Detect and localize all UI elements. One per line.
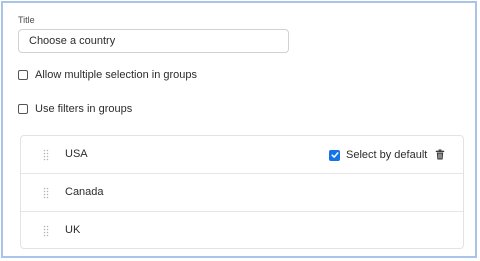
- list-item-canada: Canada: [21, 174, 463, 212]
- use-filters-label: Use filters in groups: [35, 103, 133, 115]
- settings-panel: Title Allow multiple selection in groups…: [1, 1, 477, 258]
- multiple-selection-checkbox[interactable]: [18, 70, 28, 80]
- list-item-usa: USA Select by default: [21, 136, 463, 174]
- list-item-uk: UK: [21, 212, 463, 250]
- drag-handle-icon[interactable]: [43, 225, 49, 237]
- checkmark-icon: [330, 152, 339, 158]
- use-filters-checkbox[interactable]: [18, 104, 28, 114]
- select-by-default-checkbox[interactable]: [329, 149, 340, 161]
- select-by-default-label: Select by default: [346, 149, 428, 161]
- trash-icon[interactable]: [435, 149, 445, 160]
- title-label: Title: [18, 15, 35, 25]
- multiple-selection-option[interactable]: Allow multiple selection in groups: [18, 68, 197, 82]
- item-label: UK: [65, 224, 81, 236]
- item-label: USA: [65, 148, 88, 160]
- multiple-selection-label: Allow multiple selection in groups: [35, 69, 198, 81]
- use-filters-option[interactable]: Use filters in groups: [18, 102, 132, 116]
- title-input[interactable]: [18, 29, 289, 53]
- drag-handle-icon[interactable]: [43, 149, 49, 161]
- select-by-default-option[interactable]: Select by default: [329, 148, 427, 162]
- item-label: Canada: [65, 186, 104, 198]
- items-list: USA Select by default Canada UK: [20, 135, 464, 249]
- drag-handle-icon[interactable]: [43, 187, 49, 199]
